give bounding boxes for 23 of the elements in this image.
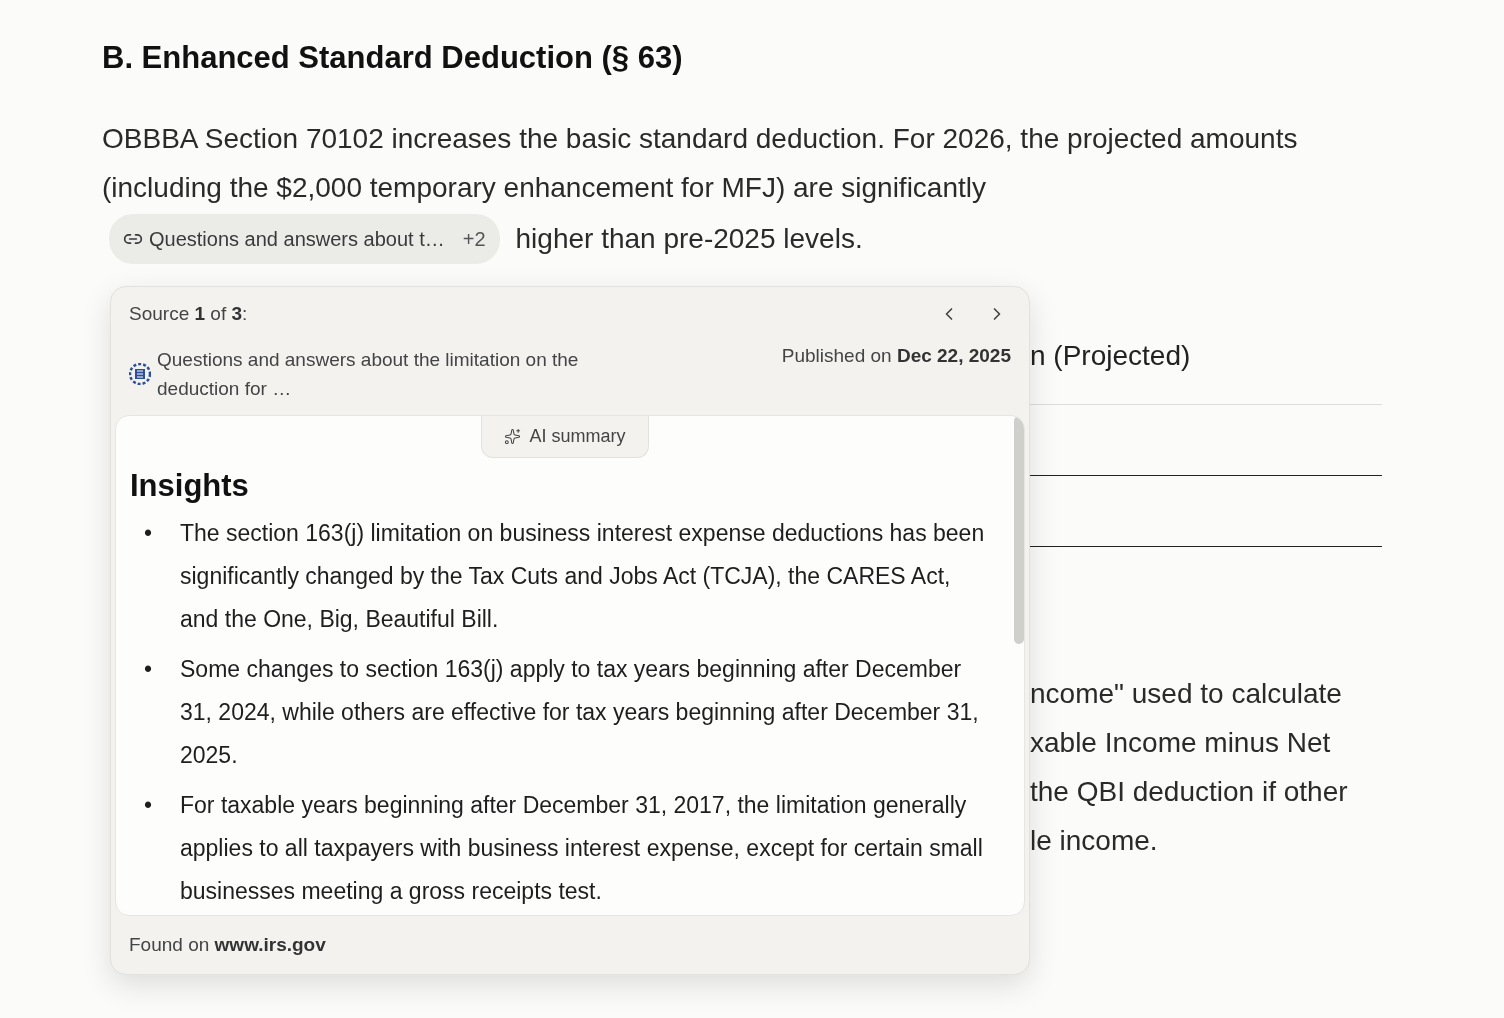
source-position: Source 1 of 3: xyxy=(129,303,248,325)
bullet-marker: • xyxy=(144,655,152,684)
ai-summary-tab[interactable]: AI summary xyxy=(481,416,649,458)
source-domain: Found on www.irs.gov xyxy=(129,934,326,956)
bullet-marker: • xyxy=(144,791,152,820)
summary-heading: Insights xyxy=(130,468,250,504)
published-date: Published on Dec 22, 2025 xyxy=(781,345,1011,368)
sparkle-icon xyxy=(504,428,522,445)
summary-bullet: For taxable years beginning after December 31, 2017, the limitation generally applies to all taxpayers with business interest expense, except for certain small businesses meeting a gross receipts test. xyxy=(180,791,984,906)
paragraph-line: le income. xyxy=(1030,824,1159,858)
seal-icon xyxy=(129,363,151,385)
source-title-link[interactable]: Questions and answers about the limitation on the deduction for … xyxy=(157,345,657,403)
paragraph-line: xable Income minus Net xyxy=(1030,726,1332,760)
section-heading: B. Enhanced Standard Deduction (§ 63) xyxy=(102,40,684,76)
paragraph: higher than pre-2025 levels. xyxy=(515,223,863,255)
summary-bullet: Some changes to section 163(j) apply to tax years beginning after December 31, 2024, while others are effective for tax years beginning after December 31, 2025. xyxy=(180,655,980,770)
bullet-marker: • xyxy=(144,519,152,548)
citation-chip[interactable]: Questions and answers about t… +2 xyxy=(109,214,500,264)
paragraph-line: the QBI deduction if other xyxy=(1030,775,1349,809)
table-heading: n (Projected) xyxy=(1030,340,1192,373)
paragraph-line: ncome" used to calculate xyxy=(1030,677,1343,711)
summary-bullet: The section 163(j) limitation on business interest expense deductions has been significantly changed by the Tax Cuts and Jobs Act (TCJA), the CARES Act, and the One, Big, Beautiful Bill. xyxy=(180,519,986,634)
scrollbar-thumb[interactable] xyxy=(1014,416,1024,644)
